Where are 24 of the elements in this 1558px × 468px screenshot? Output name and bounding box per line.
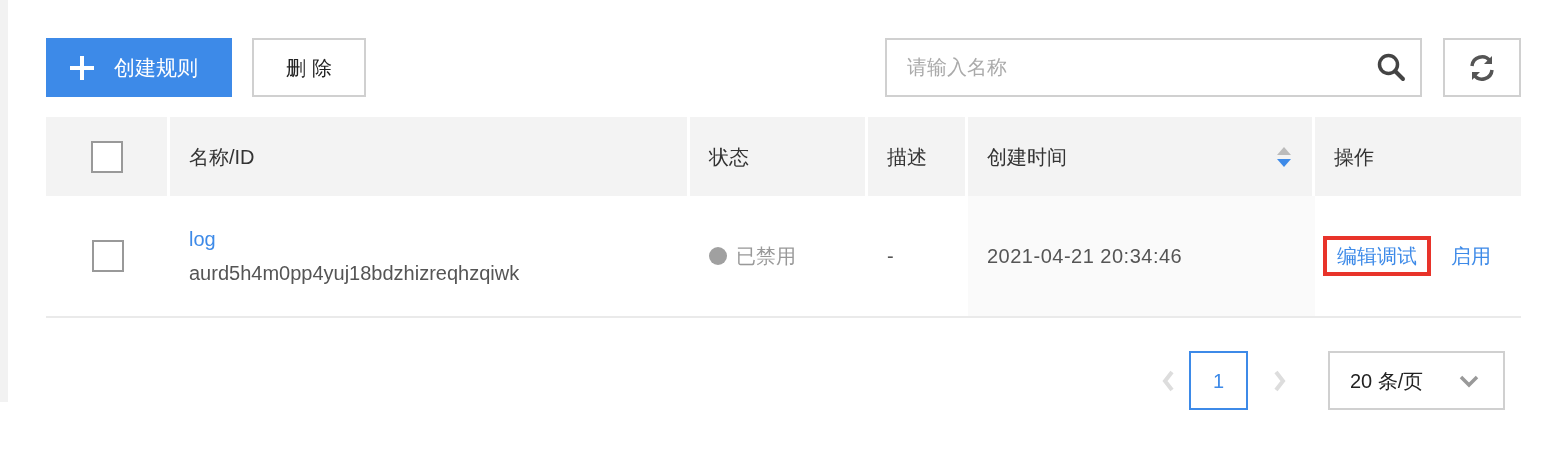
refresh-icon <box>1467 52 1497 83</box>
checkbox[interactable] <box>92 240 124 272</box>
delete-button[interactable]: 删 除 <box>252 38 366 97</box>
refresh-button[interactable] <box>1443 38 1521 97</box>
rule-id: aurd5h4m0pp4yuj18bdzhizreqhzqiwk <box>189 261 521 286</box>
column-header: 描述 <box>887 144 927 170</box>
column-header: 名称/ID <box>189 144 255 170</box>
search-field[interactable]: 请输入名称 <box>885 38 1422 97</box>
chevron-down-icon <box>1459 373 1479 388</box>
column-header: 创建时间 <box>987 144 1067 170</box>
page-size-select[interactable]: 20 条/页 <box>1328 351 1505 410</box>
column-header: 操作 <box>1334 144 1374 170</box>
action-link[interactable]: 启用 <box>1437 236 1505 276</box>
rule-name-link[interactable]: log <box>189 224 216 254</box>
status-text: 已禁用 <box>736 244 796 269</box>
table-cell-text: - <box>887 244 894 269</box>
action-link[interactable]: 编辑调试 <box>1323 236 1431 276</box>
table-cell-text: 2021-04-21 20:34:46 <box>987 244 1183 269</box>
checkbox[interactable] <box>90 140 123 173</box>
plus-icon <box>68 53 96 82</box>
create-rule-button[interactable]: 创建规则 <box>46 38 232 97</box>
column-header: 状态 <box>709 144 749 170</box>
search-icon[interactable] <box>1376 52 1406 82</box>
page-button[interactable]: 1 <box>1189 351 1248 410</box>
